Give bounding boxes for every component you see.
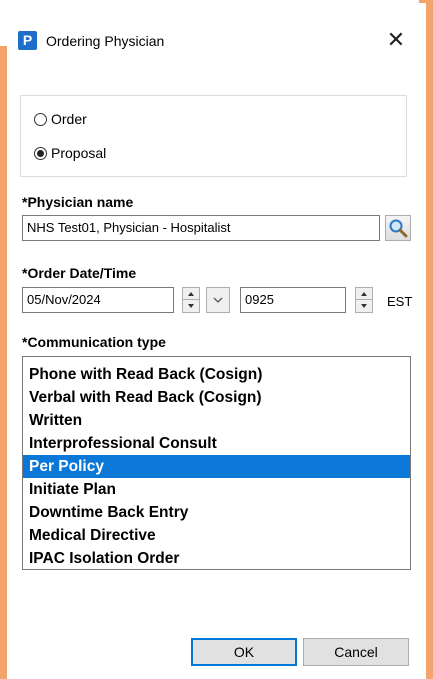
title-bar: P Ordering Physician ✕ (0, 0, 419, 52)
magnifier-icon (389, 219, 408, 238)
app-logo-icon: P (18, 31, 37, 50)
time-down-button[interactable] (356, 300, 372, 312)
close-button[interactable]: ✕ (381, 26, 411, 54)
list-item-selected[interactable]: Per Policy (23, 455, 410, 478)
cancel-button[interactable]: Cancel (303, 638, 409, 666)
timezone-label: EST (387, 294, 413, 309)
radio-proposal-circle[interactable] (34, 146, 47, 160)
order-date-input[interactable]: 05/Nov/2024 (22, 287, 174, 313)
arrow-down-icon (361, 304, 367, 308)
time-spinner[interactable] (355, 287, 373, 313)
arrow-up-icon (361, 292, 367, 296)
order-time-input[interactable]: 0925 (240, 287, 346, 313)
communication-type-label: *Communication type (22, 334, 166, 350)
list-item[interactable]: Medical Directive (23, 524, 410, 547)
arrow-down-icon (188, 304, 194, 308)
physician-name-input[interactable]: NHS Test01, Physician - Hospitalist (22, 215, 380, 241)
dialog-title: Ordering Physician (46, 33, 165, 49)
arrow-up-icon (188, 292, 194, 296)
physician-name-label: *Physician name (22, 194, 134, 210)
communication-type-list[interactable]: Phone with Read Back (Cosign) Verbal wit… (22, 356, 411, 570)
ok-button[interactable]: OK (191, 638, 297, 666)
list-item[interactable]: Written (23, 409, 410, 432)
radio-proposal-label: Proposal (51, 145, 107, 161)
date-spinner[interactable] (182, 287, 200, 313)
radio-order-circle[interactable] (34, 112, 47, 126)
order-datetime-label: *Order Date/Time (22, 265, 137, 281)
list-item[interactable]: Interprofessional Consult (23, 432, 410, 455)
physician-search-button[interactable] (385, 215, 411, 241)
radio-order[interactable]: Order (34, 110, 87, 128)
mode-radio-group: Order Proposal (20, 95, 407, 177)
list-item[interactable]: IPAC Isolation Order (23, 547, 410, 570)
list-item[interactable]: Initiate Plan (23, 478, 410, 501)
list-item[interactable]: Verbal with Read Back (Cosign) (23, 386, 410, 409)
radio-order-label: Order (51, 111, 87, 127)
date-picker-dropdown[interactable] (206, 287, 230, 313)
radio-proposal[interactable]: Proposal (34, 144, 106, 162)
chevron-down-icon (213, 297, 223, 303)
time-up-button[interactable] (356, 288, 372, 300)
date-up-button[interactable] (183, 288, 199, 300)
list-item[interactable]: Downtime Back Entry (23, 501, 410, 524)
list-item[interactable]: Phone with Read Back (Cosign) (23, 363, 410, 386)
date-down-button[interactable] (183, 300, 199, 312)
